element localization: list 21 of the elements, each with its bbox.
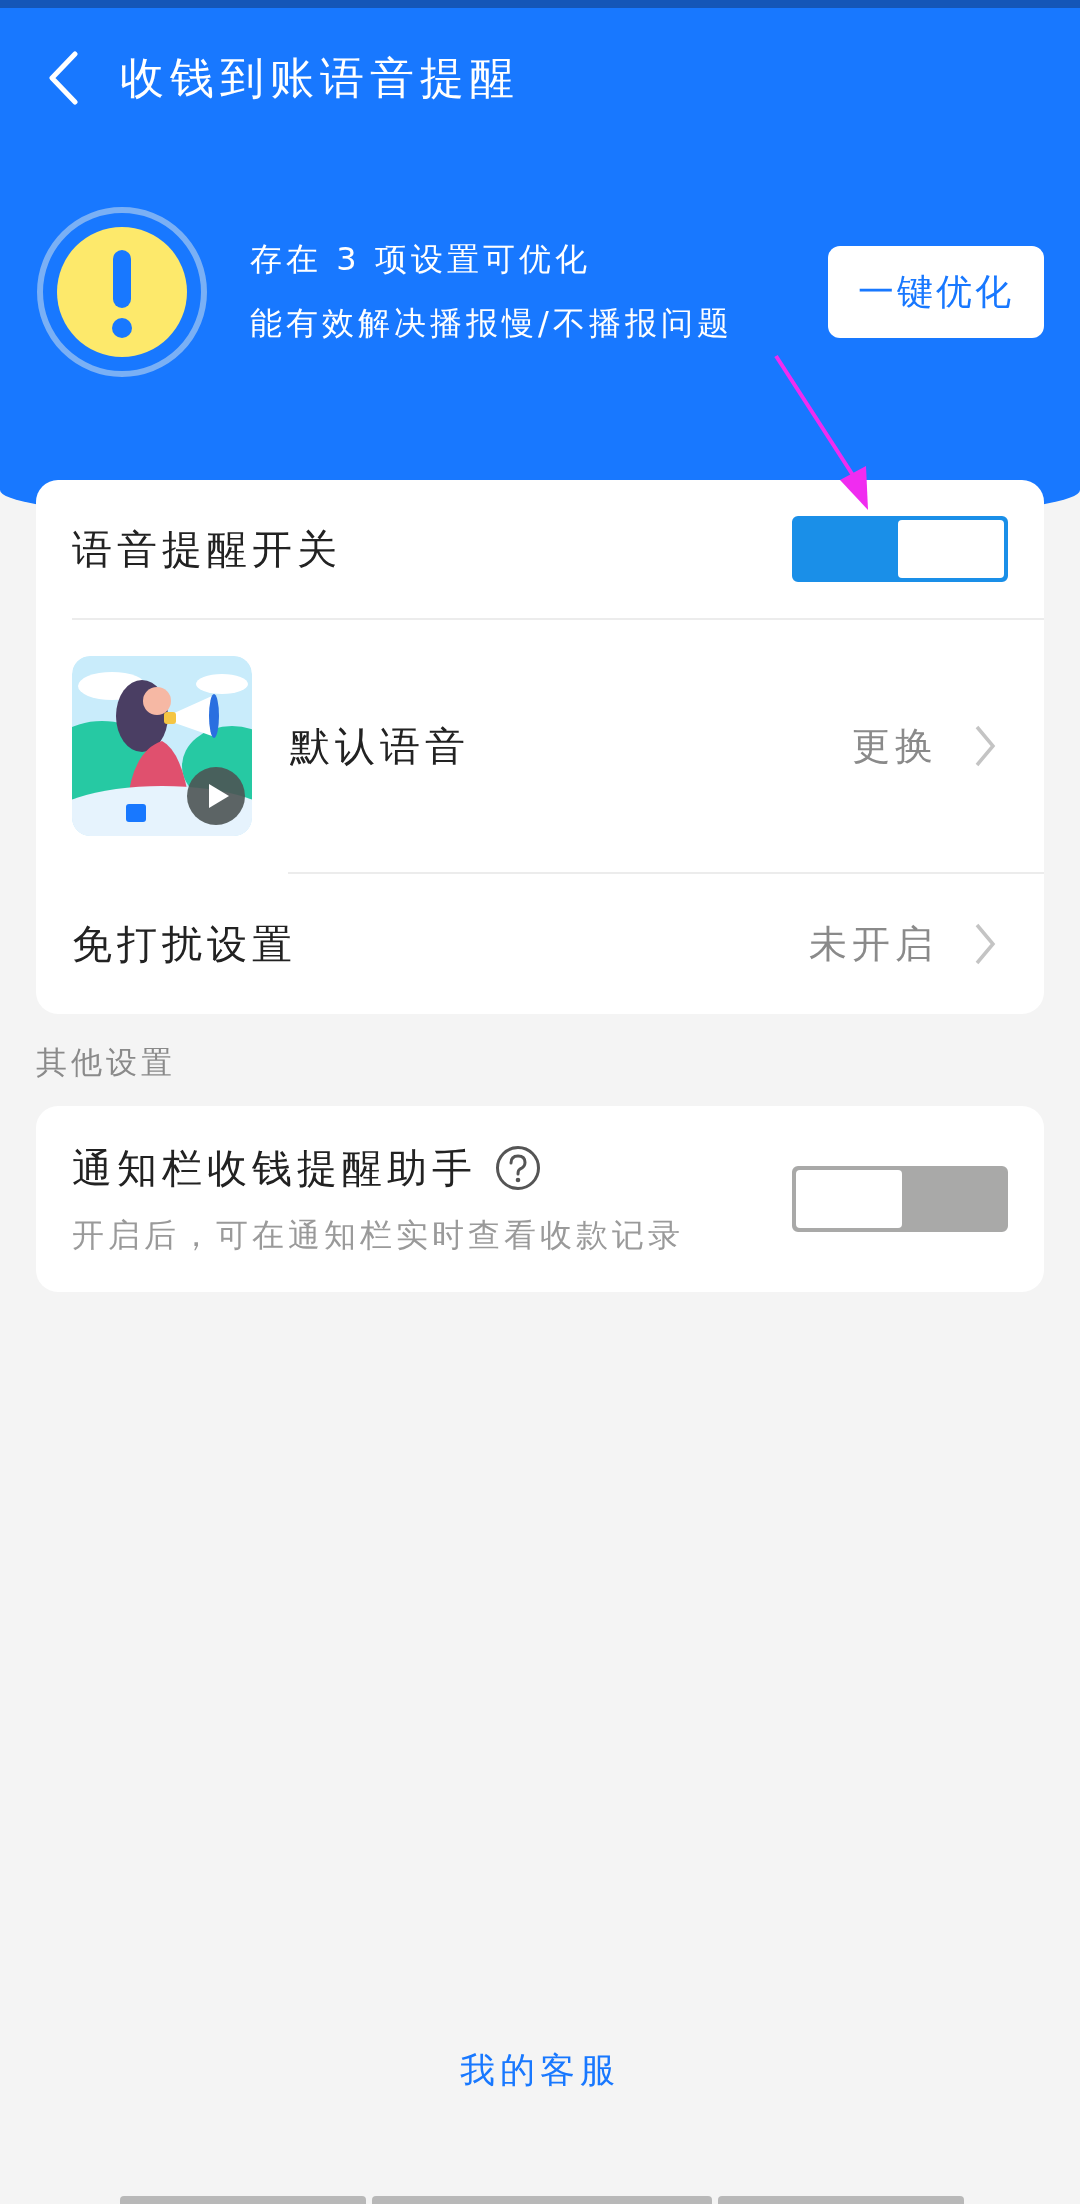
page-title: 收钱到账语音提醒	[120, 50, 520, 105]
optimize-button[interactable]: 一键优化	[828, 246, 1044, 338]
toggle-switch[interactable]	[792, 516, 1008, 582]
setting-label: 语音提醒开关	[72, 524, 342, 574]
section-heading: 其他设置	[36, 1044, 176, 1080]
customer-service-link[interactable]: 我的客服	[460, 2040, 620, 2100]
setting-description: 开启后，可在通知栏实时查看收款记录	[72, 1214, 685, 1256]
chevron-icon	[974, 922, 996, 966]
warning-icon	[36, 206, 208, 378]
setting-label: 免打扰设置	[72, 919, 297, 969]
notice-text: 存在 3 项设置可优化	[250, 239, 592, 280]
setting-value[interactable]: 更换	[852, 720, 938, 772]
help-icon[interactable]	[495, 1145, 541, 1191]
setting-label: 默认语音	[290, 721, 470, 771]
play-icon[interactable]	[187, 767, 245, 825]
chevron-icon	[974, 724, 996, 768]
setting-label: 通知栏收钱提醒助手	[72, 1143, 477, 1193]
toggle-switch[interactable]	[792, 1166, 1008, 1232]
back-icon[interactable]	[48, 51, 78, 105]
notice-text: 能有效解决播报慢/不播报问题	[250, 303, 734, 344]
setting-value: 未开启	[809, 920, 938, 968]
